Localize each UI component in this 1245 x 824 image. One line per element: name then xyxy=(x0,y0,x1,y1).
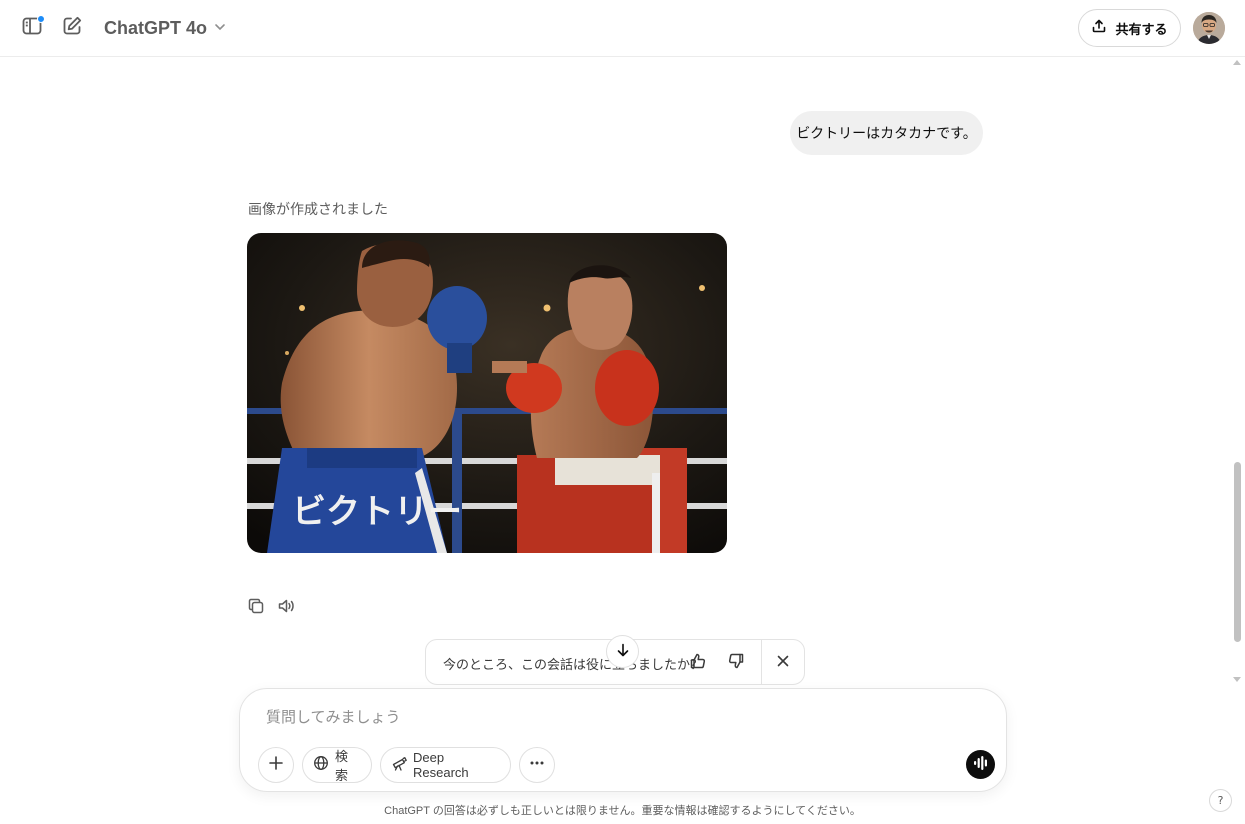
voice-mode-button[interactable] xyxy=(966,750,995,779)
scroll-to-bottom-button[interactable] xyxy=(606,635,639,668)
scroll-down-arrow[interactable] xyxy=(1233,677,1241,682)
thumbs-up-button[interactable] xyxy=(686,651,710,675)
more-tools-button[interactable] xyxy=(519,747,555,783)
voice-waveform-icon xyxy=(972,754,990,776)
close-icon xyxy=(775,653,791,673)
deep-research-button[interactable]: Deep Research xyxy=(380,747,511,783)
upload-icon xyxy=(1091,18,1107,38)
composer: 検索 Deep Research xyxy=(239,688,1007,792)
help-button[interactable]: ? xyxy=(1209,789,1232,812)
copy-button[interactable] xyxy=(246,598,266,618)
new-chat-button[interactable] xyxy=(58,14,86,42)
user-message-bubble: ビクトリーはカタカナです。 xyxy=(790,111,983,155)
user-message-text: ビクトリーはカタカナです。 xyxy=(796,126,977,142)
image-created-status: 画像が作成されました xyxy=(248,202,388,218)
divider xyxy=(761,640,762,684)
search-button[interactable]: 検索 xyxy=(302,747,372,783)
deep-research-label: Deep Research xyxy=(413,750,469,780)
read-aloud-button[interactable] xyxy=(276,598,296,618)
scroll-up-arrow[interactable] xyxy=(1233,60,1241,65)
attach-button[interactable] xyxy=(258,747,294,783)
more-horizontal-icon xyxy=(529,755,545,775)
notification-dot xyxy=(37,15,45,23)
shorts-text: ビクトリー xyxy=(292,492,462,532)
arrow-down-icon xyxy=(615,642,631,662)
model-name: ChatGPT 4o xyxy=(104,17,208,38)
thumbs-up-icon xyxy=(689,652,707,674)
chevron-down-icon xyxy=(213,19,227,38)
close-feedback-button[interactable] xyxy=(771,651,795,675)
prompt-input[interactable] xyxy=(266,705,916,729)
top-bar: ChatGPT 4o 共有する xyxy=(0,0,1245,57)
copy-icon xyxy=(247,597,265,619)
globe-icon xyxy=(313,755,329,775)
generated-image[interactable]: ビクトリー xyxy=(247,233,727,553)
telescope-icon xyxy=(391,755,407,775)
thumbs-down-icon xyxy=(727,652,745,674)
share-button[interactable]: 共有する xyxy=(1078,9,1181,47)
disclaimer-text: ChatGPT の回答は必ずしも正しいとは限りません。重要な情報は確認するように… xyxy=(384,805,861,817)
share-label: 共有する xyxy=(1115,22,1168,38)
scrollbar-thumb[interactable] xyxy=(1234,462,1241,642)
speaker-icon xyxy=(277,597,295,619)
avatar[interactable] xyxy=(1193,12,1225,44)
edit-icon xyxy=(61,15,83,41)
thumbs-down-button[interactable] xyxy=(724,651,748,675)
scrollbar[interactable] xyxy=(1231,57,1243,687)
feedback-question: 今のところ、この会話は役に立ちましたか？ xyxy=(443,658,704,673)
plus-icon xyxy=(268,755,284,775)
help-label: ? xyxy=(1217,794,1224,807)
model-selector[interactable]: ChatGPT 4o xyxy=(96,13,235,43)
search-label: 検索 xyxy=(335,749,349,783)
